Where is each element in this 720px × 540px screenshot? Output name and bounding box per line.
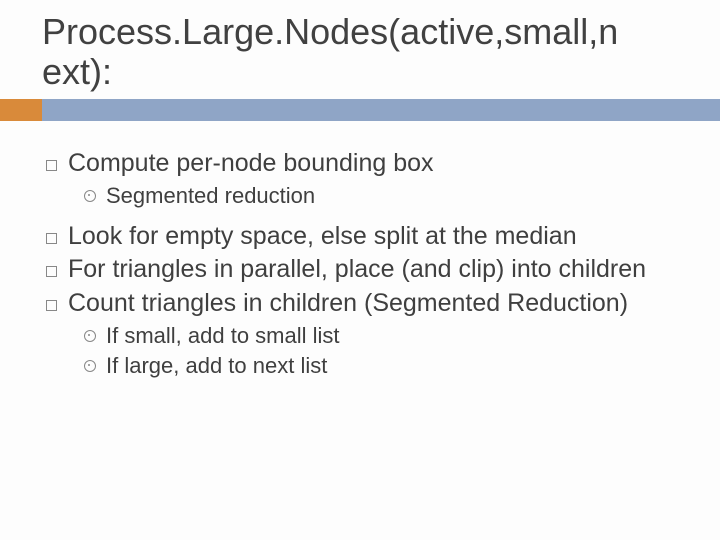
content: Compute per-node bounding box Segmented … — [0, 121, 720, 380]
rule-main — [42, 99, 720, 121]
bullet-1-sub-1: Segmented reduction — [106, 182, 674, 210]
bullet-4-sub-1: If small, add to small list — [106, 322, 674, 350]
bullet-group: Look for empty space, else split at the … — [68, 222, 674, 380]
bullet-3: For triangles in parallel, place (and cl… — [68, 255, 674, 285]
bullet-4-sub: If small, add to small list If large, ad… — [68, 322, 674, 379]
bullet-1: Compute per-node bounding box Segmented … — [68, 149, 674, 210]
bullet-4-text: Count triangles in children (Segmented R… — [68, 289, 628, 317]
bullet-4: Count triangles in children (Segmented R… — [68, 289, 674, 380]
title-block: Process.Large.Nodes(active,small,n ext): — [42, 12, 678, 93]
bullet-1-sub: Segmented reduction — [68, 182, 674, 210]
rule-accent — [0, 99, 42, 121]
slide-title: Process.Large.Nodes(active,small,n ext): — [42, 12, 678, 93]
slide: Process.Large.Nodes(active,small,n ext):… — [0, 0, 720, 540]
bullet-1-text: Compute per-node bounding box — [68, 149, 434, 177]
bullet-4-sub-2: If large, add to next list — [106, 352, 674, 380]
title-rule — [0, 99, 720, 121]
bullet-2: Look for empty space, else split at the … — [68, 222, 674, 252]
